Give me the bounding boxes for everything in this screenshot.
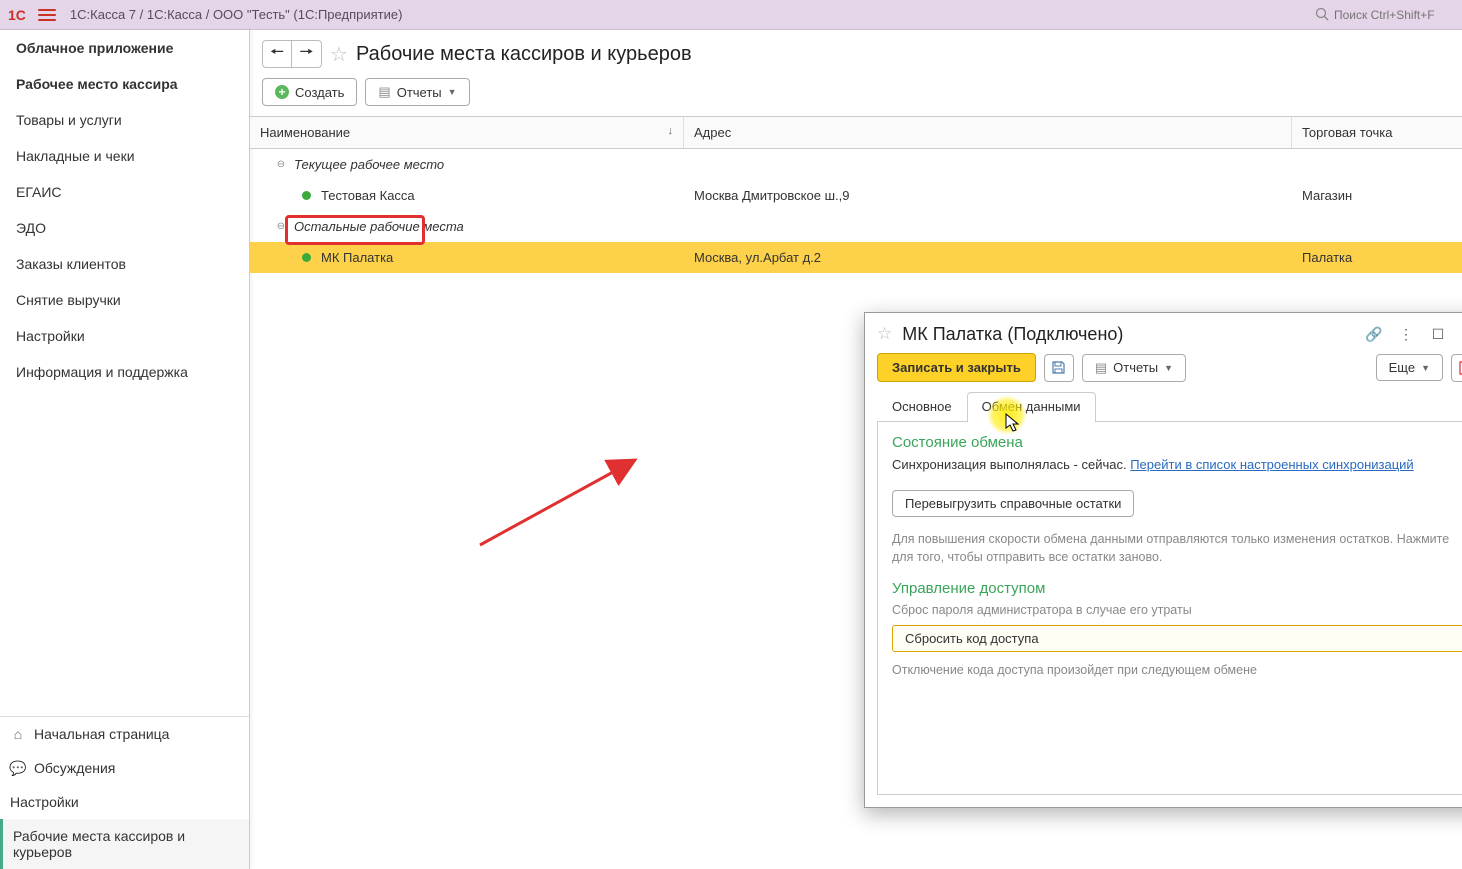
col-tradepoint[interactable]: Торговая точка	[1292, 117, 1462, 148]
hint-text: Для повышения скорости обмена данными от…	[892, 531, 1462, 566]
chevron-down-icon: ▼	[1164, 363, 1173, 373]
sidebar-item[interactable]: Информация и поддержка	[0, 354, 249, 390]
favorite-star-icon[interactable]: ☆	[330, 42, 348, 67]
save-close-button[interactable]: Записать и закрыть	[877, 353, 1036, 382]
sidebar-item[interactable]: Настройки	[0, 318, 249, 354]
sidebar-item[interactable]: Снятие выручки	[0, 282, 249, 318]
save-button[interactable]	[1044, 354, 1074, 382]
sidebar: Облачное приложениеРабочее место кассира…	[0, 30, 250, 869]
menu-dots-icon[interactable]: ⋮	[1395, 323, 1417, 345]
main-area: 🠔 🠖 ☆ Рабочие места кассиров и курьеров …	[250, 30, 1462, 869]
sidebar-item[interactable]: ЕГАИС	[0, 174, 249, 210]
reports-button-label: Отчеты	[397, 85, 442, 100]
maximize-icon[interactable]: ☐	[1427, 323, 1449, 345]
titlebar: 1C 1С:Касса 7 / 1С:Касса / ООО "Тесть" (…	[0, 0, 1462, 30]
tree-group[interactable]: ⊖ Текущее рабочее место	[250, 149, 1462, 180]
chevron-down-icon: ▼	[448, 87, 457, 97]
collapse-icon[interactable]: ⊖	[274, 221, 288, 232]
tab-main[interactable]: Основное	[877, 392, 967, 422]
menu-icon[interactable]	[38, 6, 56, 24]
create-button-label: Создать	[295, 85, 344, 100]
reports-button[interactable]: ▤ Отчеты ▼	[1082, 354, 1186, 382]
sidebar-item[interactable]: Настройки	[0, 785, 249, 819]
nav-back-button[interactable]: 🠔	[262, 40, 292, 68]
sync-list-link[interactable]: Перейти в список настроенных синхронизац…	[1130, 457, 1414, 472]
reports-icon: ▤	[378, 84, 390, 100]
section-access: Управление доступом	[892, 580, 1462, 597]
search-input[interactable]	[1334, 8, 1454, 22]
dialog-title: МК Палатка (Подключено)	[902, 324, 1353, 345]
sidebar-item[interactable]: ЭДО	[0, 210, 249, 246]
reports-icon: ▤	[1095, 360, 1107, 376]
dialog-workplace: ☆ МК Палатка (Подключено) 🔗 ⋮ ☐ ✕ Записа…	[864, 312, 1462, 808]
more-button[interactable]: Еще ▼	[1376, 354, 1443, 381]
sidebar-item[interactable]: Накладные и чеки	[0, 138, 249, 174]
create-button[interactable]: + Создать	[262, 78, 357, 106]
sort-icon: ↓	[668, 125, 674, 137]
home-icon: ⌂	[10, 726, 26, 742]
floppy-icon	[1051, 360, 1066, 375]
titlebar-text: 1С:Касса 7 / 1С:Касса / ООО "Тесть" (1С:…	[70, 7, 1315, 22]
section-exchange-state: Состояние обмена	[892, 434, 1462, 451]
search-box[interactable]	[1315, 7, 1454, 22]
plus-icon: +	[275, 85, 289, 99]
reset-access-button[interactable]: Сбросить код доступа	[892, 625, 1462, 652]
nav-forward-button[interactable]: 🠖	[292, 40, 322, 68]
favorite-star-icon[interactable]: ☆	[877, 324, 892, 344]
sidebar-item[interactable]: Рабочие места кассиров и курьеров	[0, 819, 249, 869]
arrow-annotation	[475, 450, 645, 550]
sidebar-item[interactable]: 💬Обсуждения	[0, 751, 249, 785]
sidebar-item[interactable]: Рабочее место кассира	[0, 66, 249, 102]
reports-button[interactable]: ▤ Отчеты ▼	[365, 78, 469, 106]
table-header: Наименование ↓ Адрес Торговая точка	[250, 116, 1462, 149]
col-name[interactable]: Наименование ↓	[250, 117, 684, 148]
col-address[interactable]: Адрес	[684, 117, 1292, 148]
page-title: Рабочие места кассиров и курьеров	[356, 43, 692, 66]
status-dot-icon	[302, 191, 311, 200]
search-icon	[1315, 7, 1330, 22]
collapse-icon[interactable]: ⊖	[274, 159, 288, 170]
sidebar-item[interactable]: ⌂Начальная страница	[0, 717, 249, 751]
hint-text: Отключение кода доступа произойдет при с…	[892, 662, 1462, 680]
table-row-selected[interactable]: МК Палатка Москва, ул.Арбат д.2 Палатка	[250, 242, 1462, 273]
chat-icon: 💬	[10, 760, 26, 776]
access-text: Сброс пароля администратора в случае его…	[892, 603, 1462, 617]
logo-1c: 1C	[8, 7, 26, 23]
sidebar-item[interactable]: Облачное приложение	[0, 30, 249, 66]
sidebar-item[interactable]: Товары и услуги	[0, 102, 249, 138]
link-icon[interactable]: 🔗	[1363, 323, 1385, 345]
tree-group[interactable]: ⊖ Остальные рабочие места	[250, 211, 1462, 242]
sync-status-text: Синхронизация выполнялась - сейчас.	[892, 457, 1127, 472]
table-row[interactable]: Тестовая Касса Москва Дмитровское ш.,9 М…	[250, 180, 1462, 211]
play-button[interactable]	[1451, 354, 1462, 382]
sidebar-item[interactable]: Заказы клиентов	[0, 246, 249, 282]
tab-exchange[interactable]: Обмен данными	[967, 392, 1096, 422]
reload-balances-button[interactable]: Перевыгрузить справочные остатки	[892, 490, 1134, 517]
status-dot-icon	[302, 253, 311, 262]
chevron-down-icon: ▼	[1421, 363, 1430, 373]
